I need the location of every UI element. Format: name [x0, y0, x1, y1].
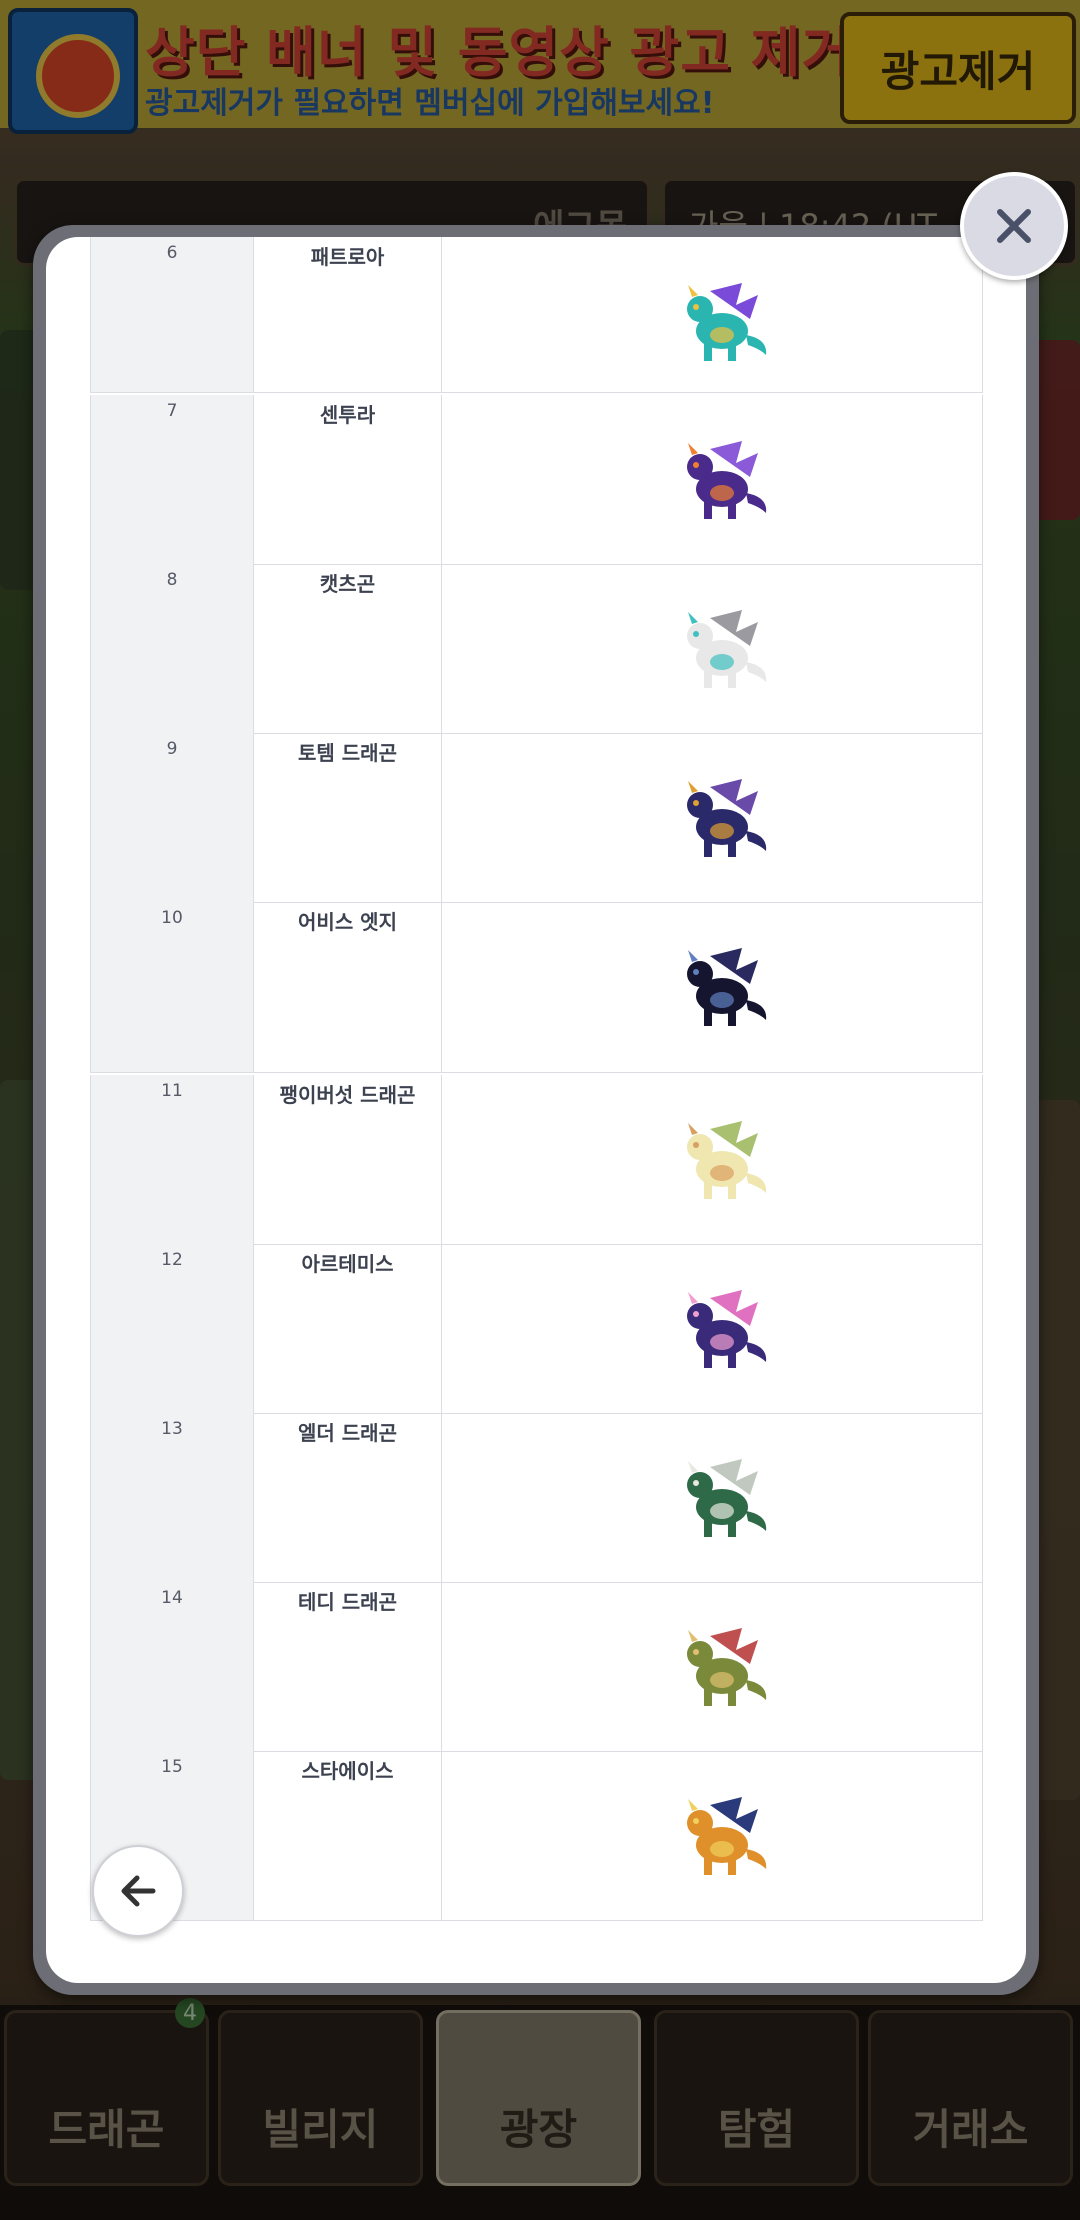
row-number: 10 — [90, 902, 254, 1072]
row-number: 8 — [90, 564, 254, 733]
row-divider — [90, 1072, 983, 1073]
table-row: 11 팽이버섯 드래곤 — [90, 1075, 983, 1244]
dragon-cyan-icon — [687, 283, 767, 361]
dragon-name: 테디 드래곤 — [254, 1582, 442, 1751]
row-number: 14 — [90, 1582, 254, 1751]
table-row: 6 패트로아 — [90, 237, 983, 392]
dragon-purple-icon — [687, 441, 767, 519]
dragon-image-cell — [442, 733, 983, 902]
dragon-name: 캣츠곤 — [254, 564, 442, 733]
dragon-violet-icon — [687, 1290, 767, 1368]
table-row: 7 센투라 — [90, 395, 983, 564]
table-row: 13 엘더 드래곤 — [90, 1413, 983, 1582]
dragon-list-modal: 6 패트로아 7 센투라 8 캣츠곤 9 토템 드래곤 10 어비스 엣지 11 팽이버섯 드래곤 12… — [46, 237, 1026, 1983]
table-row: 15 스타에이스 — [90, 1751, 983, 1920]
dragon-image-cell — [442, 1075, 983, 1244]
dragon-name: 패트로아 — [254, 237, 442, 392]
dragon-green-icon — [687, 1459, 767, 1537]
row-number: 6 — [90, 237, 254, 392]
dragon-white-icon — [687, 610, 767, 688]
close-icon — [997, 209, 1031, 243]
dragon-name: 스타에이스 — [254, 1751, 442, 1920]
dragon-image-cell — [442, 564, 983, 733]
table-row: 12 아르테미스 — [90, 1244, 983, 1413]
dragon-cream-icon — [687, 1121, 767, 1199]
row-divider — [90, 392, 983, 393]
table-row: 8 캣츠곤 — [90, 564, 983, 733]
row-number: 9 — [90, 733, 254, 902]
dragon-image-cell — [442, 237, 983, 392]
dragon-image-cell — [442, 1244, 983, 1413]
dragon-name: 어비스 엣지 — [254, 902, 442, 1072]
dragon-name: 아르테미스 — [254, 1244, 442, 1413]
dragon-name: 센투라 — [254, 395, 442, 564]
dragon-image-cell — [442, 1413, 983, 1582]
dragon-name: 토템 드래곤 — [254, 733, 442, 902]
dragon-black-icon — [687, 948, 767, 1026]
table-row: 10 어비스 엣지 — [90, 902, 983, 1072]
row-number: 13 — [90, 1413, 254, 1582]
dragon-name: 팽이버섯 드래곤 — [254, 1075, 442, 1244]
row-number: 7 — [90, 395, 254, 564]
dragon-image-cell — [442, 1582, 983, 1751]
table-row: 9 토템 드래곤 — [90, 733, 983, 902]
dragon-navy-icon — [687, 779, 767, 857]
back-button[interactable] — [92, 1845, 184, 1937]
dragon-image-cell — [442, 902, 983, 1072]
dragon-gold-icon — [687, 1797, 767, 1875]
row-number: 11 — [90, 1075, 254, 1244]
dragon-olive-icon — [687, 1628, 767, 1706]
row-divider — [90, 1920, 983, 1921]
dragon-image-cell — [442, 395, 983, 564]
close-button[interactable] — [960, 172, 1068, 280]
row-number: 12 — [90, 1244, 254, 1413]
table-row: 14 테디 드래곤 — [90, 1582, 983, 1751]
arrow-left-icon — [121, 1875, 156, 1907]
dragon-image-cell — [442, 1751, 983, 1920]
dragon-name: 엘더 드래곤 — [254, 1413, 442, 1582]
